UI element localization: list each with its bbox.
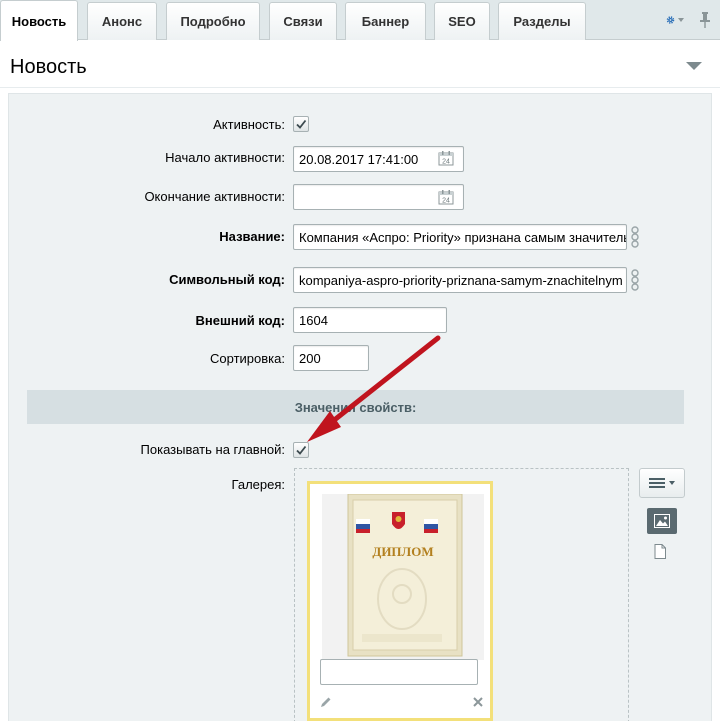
sort-input[interactable]: 200: [293, 345, 369, 371]
properties-header-text: Значения свойств:: [294, 399, 417, 415]
collapse-toggle-icon[interactable]: [686, 62, 702, 70]
diploma-caption: ДИПЛОМ: [372, 544, 433, 559]
menu-lines-icon: [649, 478, 665, 488]
gallery-menu-button[interactable]: [639, 468, 685, 498]
divider: [0, 87, 720, 88]
sort-label: Сортировка:: [210, 351, 285, 366]
end-date-label: Окончание активности:: [144, 189, 285, 204]
tab-announce[interactable]: Анонс: [87, 2, 157, 40]
gear-icon: [666, 16, 675, 24]
image-view-button[interactable]: [647, 508, 677, 534]
active-label: Активность:: [213, 117, 285, 132]
pencil-icon[interactable]: [320, 696, 332, 708]
code-input[interactable]: kompaniya-aspro-priority-priznana-samym-…: [293, 267, 627, 293]
show-main-label: Показывать на главной:: [140, 442, 285, 457]
svg-text:24: 24: [442, 198, 450, 205]
name-input[interactable]: Компания «Аспро: Priority» признана самы…: [293, 224, 627, 250]
settings-button[interactable]: [666, 11, 684, 29]
tab-links[interactable]: Связи: [269, 2, 337, 40]
file-icon[interactable]: [654, 544, 666, 559]
link-icon[interactable]: [630, 226, 642, 248]
start-date-label: Начало активности:: [165, 150, 285, 165]
check-icon: [296, 119, 307, 129]
tab-seo[interactable]: SEO: [434, 2, 490, 40]
show-main-checkbox[interactable]: [293, 442, 309, 458]
chevron-down-icon: [669, 481, 675, 485]
page-title: Новость: [10, 56, 87, 78]
calendar-icon[interactable]: 24: [438, 189, 454, 205]
external-code-input[interactable]: 1604: [293, 307, 447, 333]
active-checkbox[interactable]: [293, 116, 309, 132]
calendar-icon[interactable]: 24: [438, 150, 454, 166]
code-label: Символьный код:: [169, 272, 285, 287]
link-icon[interactable]: [630, 269, 642, 291]
check-icon: [296, 445, 307, 455]
name-label: Название:: [219, 229, 285, 244]
start-date-value: 20.08.2017 17:41:00: [299, 151, 419, 167]
gallery-thumbnail[interactable]: ДИПЛОМ: [322, 493, 484, 660]
code-value: kompaniya-aspro-priority-priznana-samym-…: [299, 272, 623, 288]
gallery-item-name-input[interactable]: [320, 659, 478, 685]
pin-icon[interactable]: [698, 11, 712, 29]
chevron-down-icon: [678, 18, 684, 22]
image-icon: [654, 514, 670, 528]
gallery-item[interactable]: ДИПЛОМ: [307, 481, 493, 721]
svg-text:24: 24: [442, 159, 450, 166]
close-icon[interactable]: [472, 696, 484, 708]
sort-value: 200: [299, 350, 321, 366]
properties-header: Значения свойств:: [27, 390, 684, 424]
tab-banner[interactable]: Баннер: [345, 2, 426, 40]
diploma-image: ДИПЛОМ: [322, 493, 484, 660]
tab-bar: Новость Анонс Подробно Связи Баннер SEO …: [0, 0, 720, 41]
gallery-label: Галерея:: [231, 477, 285, 492]
tab-news[interactable]: Новость: [0, 0, 78, 41]
tab-details[interactable]: Подробно: [166, 2, 260, 40]
name-value: Компания «Аспро: Priority» признана самы…: [299, 229, 627, 245]
external-code-value: 1604: [299, 312, 328, 328]
tab-sections[interactable]: Разделы: [498, 2, 586, 40]
external-code-label: Внешний код:: [195, 313, 285, 328]
